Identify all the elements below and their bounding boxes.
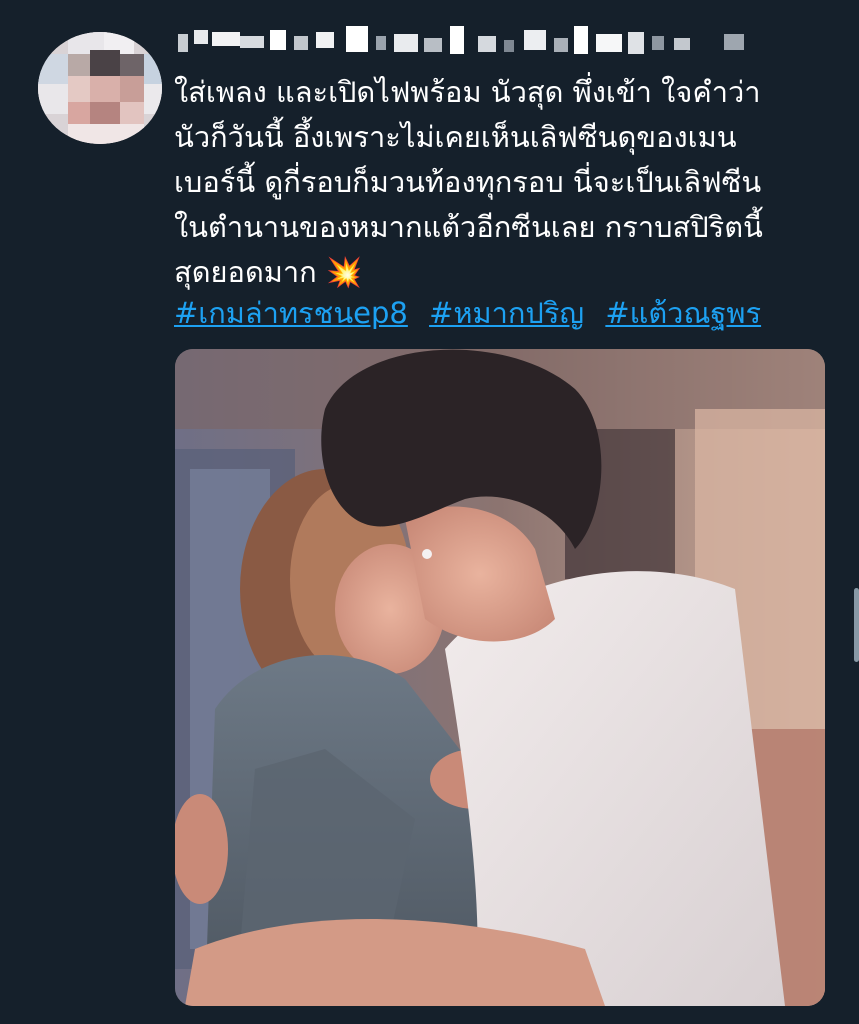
collision-emoji-icon: 💥 <box>325 255 363 289</box>
tweet-text-line: เบอร์นี้ ดูกี่รอบก็มวนท้องทุกรอบ นี่จะเป… <box>174 165 762 199</box>
tweet-media-photo[interactable] <box>175 349 825 1006</box>
hashtag-link[interactable]: #แต้วณฐพร <box>605 296 761 330</box>
tweet-text: ใส่เพลง และเปิดไฟพร้อม นัวสุด พึ่งเข้า ใ… <box>174 70 834 295</box>
tweet-text-line: ในตำนานของหมากแต้วอีกซีนเลย กราบสปิริตนี… <box>174 210 763 244</box>
tweet-text-line: ใส่เพลง และเปิดไฟพร้อม นัวสุด พึ่งเข้า ใ… <box>174 75 761 109</box>
photo-image <box>175 349 825 1006</box>
hashtag-link[interactable]: #หมากปริญ <box>429 296 584 330</box>
tweet-text-line: สุดยอดมาก 💥 <box>174 250 834 295</box>
tweet-text-line-last: สุดยอดมาก <box>174 255 317 289</box>
scrollbar-thumb[interactable] <box>854 588 859 662</box>
hashtag-link[interactable]: #เกมล่าทรชนep8 <box>174 296 408 330</box>
tweet-text-line: นัวก็วันนี้ อึ้งเพราะไม่เคยเห็นเลิฟซีนดุ… <box>174 120 737 154</box>
avatar[interactable] <box>38 32 162 144</box>
hashtags: #เกมล่าทรชนep8 #หมากปริญ #แต้วณฐพร <box>174 293 773 333</box>
author-name-redacted[interactable] <box>176 26 776 56</box>
tweet: ใส่เพลง และเปิดไฟพร้อม นัวสุด พึ่งเข้า ใ… <box>0 0 859 1024</box>
